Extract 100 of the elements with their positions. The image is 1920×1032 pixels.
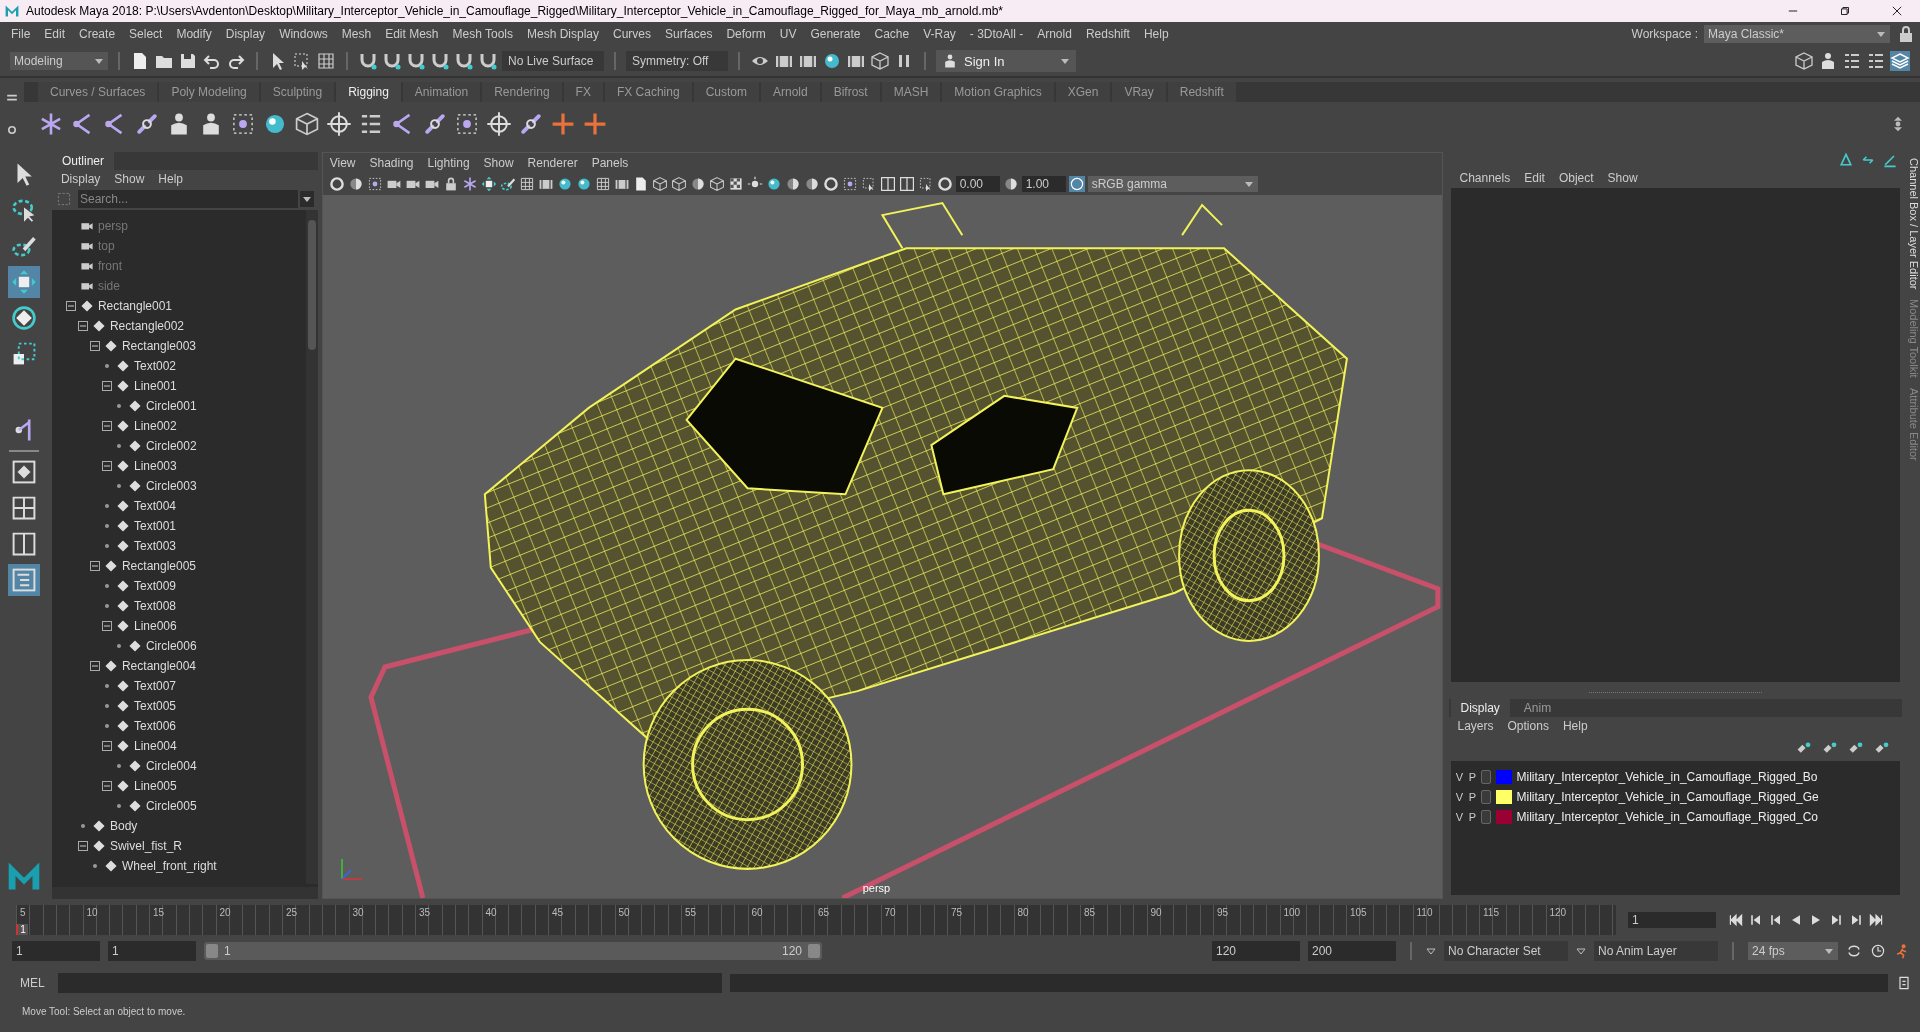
- layer-name[interactable]: Military_Interceptor_Vehicle_in_Camouflage_Rigged_Co: [1516, 810, 1818, 824]
- start-frame-field[interactable]: 1: [12, 941, 100, 961]
- shelf-tab[interactable]: XGen: [1055, 82, 1111, 102]
- tree-item[interactable]: Line001: [133, 379, 177, 393]
- ring-icon[interactable]: [328, 176, 345, 192]
- gamma-field[interactable]: 1.00: [1021, 176, 1066, 192]
- color-space-dropdown[interactable]: sRGB gamma: [1087, 176, 1258, 192]
- tree-item[interactable]: Text004: [133, 499, 176, 513]
- playback-toggle[interactable]: P: [1467, 810, 1478, 824]
- shelf-tab[interactable]: Arnold: [760, 82, 820, 102]
- asterisk-icon[interactable]: [461, 176, 478, 192]
- layer-color-swatch[interactable]: [1495, 810, 1512, 824]
- menu-item[interactable]: Help: [1555, 719, 1595, 733]
- mode-dropdown[interactable]: Modeling: [10, 52, 108, 70]
- menu-item[interactable]: Object: [1551, 171, 1601, 185]
- visibility-toggle[interactable]: V: [1454, 790, 1465, 804]
- tree-item[interactable]: Text001: [133, 519, 176, 533]
- tree-item[interactable]: Line002: [133, 419, 177, 433]
- tree-item[interactable]: Swivel_fist_R: [109, 839, 182, 853]
- workspace-dropdown[interactable]: Maya Classic*: [1704, 25, 1890, 43]
- paint-brush-icon[interactable]: [499, 176, 516, 192]
- menu-item[interactable]: Shading: [362, 156, 421, 170]
- move-tool-icon[interactable]: [7, 266, 40, 298]
- magnet-icon[interactable]: [430, 51, 450, 71]
- reference-toggle[interactable]: [1480, 770, 1491, 784]
- anim-layer-field[interactable]: No Anim Layer: [1594, 941, 1718, 961]
- playback-start-field[interactable]: 1: [108, 941, 196, 961]
- shelf-tab[interactable]: Rigging: [336, 82, 401, 102]
- tree-item[interactable]: Line006: [133, 619, 177, 633]
- range-slider[interactable]: 1 120: [204, 942, 822, 960]
- menu-item[interactable]: Display: [218, 27, 273, 41]
- scrollbar[interactable]: [51, 884, 318, 899]
- crosshair-icon[interactable]: [486, 111, 512, 137]
- tree-item[interactable]: Circle006: [145, 639, 197, 653]
- tree-item[interactable]: Rectangle002: [109, 319, 184, 333]
- side-tab[interactable]: Channel Box / Layer Editor: [1902, 158, 1920, 290]
- collapse-toggle[interactable]: [101, 781, 112, 791]
- loop-icon[interactable]: [1846, 943, 1862, 959]
- cube-icon[interactable]: [651, 176, 668, 192]
- collapse-toggle[interactable]: [65, 301, 76, 311]
- caret-icon[interactable]: [299, 191, 314, 207]
- symmetry-field[interactable]: Symmetry: Off: [626, 51, 728, 71]
- menu-item[interactable]: Renderer: [520, 156, 585, 170]
- clock-icon[interactable]: [1870, 943, 1886, 959]
- chain-icon[interactable]: [134, 111, 160, 137]
- magnet-icon[interactable]: [478, 51, 498, 71]
- checker-icon[interactable]: [727, 176, 744, 192]
- menu-item[interactable]: Panels: [584, 156, 636, 170]
- tree-item[interactable]: Text002: [133, 359, 176, 373]
- tree-item[interactable]: Circle005: [145, 799, 197, 813]
- playback-toggle[interactable]: P: [1467, 770, 1478, 784]
- dotted-square-icon[interactable]: [841, 176, 858, 192]
- tree-item[interactable]: Text005: [133, 699, 176, 713]
- layer-editor-tab[interactable]: Display: [1450, 699, 1510, 717]
- ring-icon[interactable]: [936, 176, 953, 192]
- playback-end-field[interactable]: 120: [1212, 941, 1300, 961]
- collapse-toggle[interactable]: [89, 341, 100, 351]
- cube-icon[interactable]: [870, 51, 890, 71]
- current-frame-field[interactable]: 1: [1628, 912, 1716, 928]
- time-slider[interactable]: 1 5 10 15 20 25 30 35 40 45 50 55 60 65 70 75 80 85 90 95 100 105 110 115 120: [16, 905, 1616, 935]
- script-icon[interactable]: [1896, 975, 1912, 991]
- tree-item[interactable]: top: [97, 239, 115, 253]
- outliner-icon[interactable]: [7, 564, 40, 596]
- menu-item[interactable]: Edit Mesh: [378, 27, 446, 41]
- collapse-toggle[interactable]: [101, 381, 112, 391]
- tree-item[interactable]: Circle001: [145, 399, 197, 413]
- collapse-toggle[interactable]: [101, 461, 112, 471]
- menu-item[interactable]: Arnold: [1030, 27, 1079, 41]
- menu-item[interactable]: Redshift: [1078, 27, 1137, 41]
- tree-item[interactable]: Circle002: [145, 439, 197, 453]
- collapse-toggle[interactable]: [101, 741, 112, 751]
- collapse-toggle[interactable]: [89, 561, 100, 571]
- tree-item[interactable]: Rectangle005: [121, 559, 196, 573]
- menu-item[interactable]: UV: [772, 27, 804, 41]
- menu-item[interactable]: Surfaces: [658, 27, 720, 41]
- cube-icon[interactable]: [294, 111, 320, 137]
- half-circle-icon[interactable]: [784, 176, 801, 192]
- shelf-tab[interactable]: MASH: [881, 82, 941, 102]
- shelf-tab[interactable]: Animation: [402, 82, 481, 102]
- tree-item[interactable]: Wheel_front_right: [121, 859, 217, 873]
- crosshair-icon[interactable]: [326, 111, 352, 137]
- magnet-icon[interactable]: [382, 51, 402, 71]
- tree-item[interactable]: Text006: [133, 719, 176, 733]
- move-tool-icon[interactable]: [480, 176, 497, 192]
- half-circle-icon[interactable]: [803, 176, 820, 192]
- half-circle-icon[interactable]: [347, 176, 364, 192]
- tree-item[interactable]: Line005: [133, 779, 177, 793]
- tree-item[interactable]: Text009: [133, 579, 176, 593]
- tree-item[interactable]: Body: [109, 819, 138, 833]
- tree-item[interactable]: Rectangle001: [97, 299, 172, 313]
- dotted-square-icon[interactable]: [454, 111, 480, 137]
- range-handle[interactable]: [206, 944, 218, 958]
- shelf-tab[interactable]: Redshift: [1167, 82, 1236, 102]
- menu-item[interactable]: Show: [476, 156, 521, 170]
- collapse-toggle[interactable]: [101, 621, 112, 631]
- tree-item[interactable]: persp: [97, 219, 128, 233]
- reference-toggle[interactable]: [1480, 790, 1491, 804]
- cross-icon[interactable]: [550, 111, 576, 137]
- chain-icon[interactable]: [422, 111, 448, 137]
- tree-item[interactable]: Rectangle003: [121, 339, 196, 353]
